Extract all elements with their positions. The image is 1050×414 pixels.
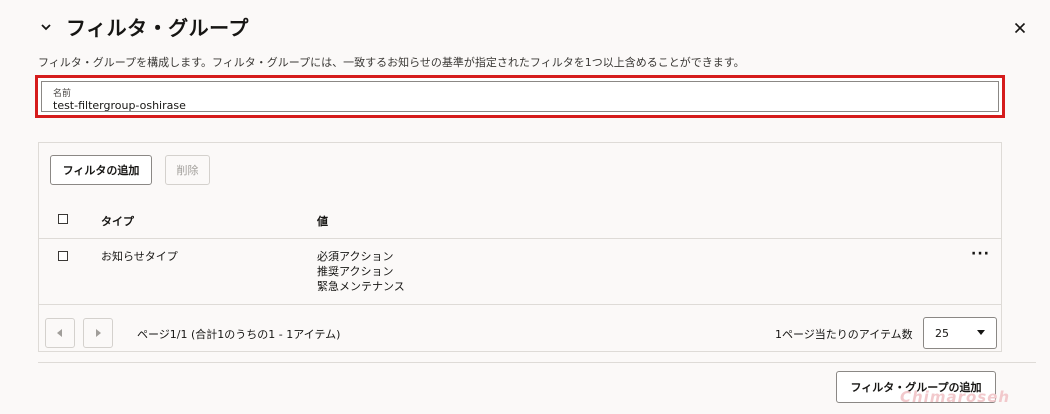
items-per-page-select[interactable]: 25 [923,317,997,349]
items-per-page-value: 25 [935,327,949,340]
triangle-left-icon [57,329,62,337]
collapse-chevron-icon[interactable] [39,20,53,34]
name-input[interactable] [53,99,653,112]
row-actions-menu-icon[interactable]: ··· [971,246,990,262]
value-item: 緊急メンテナンス [317,280,405,293]
name-field-label: 名前 [53,89,72,99]
items-per-page-label: 1ページ当たりのアイテム数 [775,328,913,341]
previous-page-button[interactable] [45,318,75,348]
section-description: フィルタ・グループを構成します。フィルタ・グループには、一致するお知らせの基準が… [38,56,745,69]
row-checkbox[interactable] [58,251,68,261]
value-item: 推奨アクション [317,265,394,278]
triangle-right-icon [96,329,101,337]
row-value-cell: 必須アクション 推奨アクション 緊急メンテナンス [317,249,405,294]
column-header-type: タイプ [101,215,134,228]
footer-divider [38,362,1036,363]
select-all-checkbox[interactable] [58,214,68,224]
section-title: フィルタ・グループ [66,16,249,40]
next-page-button[interactable] [83,318,113,348]
pagination-summary: ページ1/1 (合計1のうちの1 - 1アイテム) [137,328,341,341]
filters-panel: フィルタの追加 削除 タイプ 値 お知らせタイプ 必須アクション 推奨アクション… [38,142,1002,352]
add-filter-button[interactable]: フィルタの追加 [50,155,152,185]
caret-down-icon [977,330,985,335]
name-field[interactable]: 名前 [41,81,999,112]
watermark-logo: Chimaroseh [900,388,1011,406]
name-field-highlight: 名前 [35,75,1005,118]
column-header-value: 値 [317,215,328,228]
delete-button[interactable]: 削除 [165,155,210,185]
value-item: 必須アクション [317,250,394,263]
header-divider [39,238,1001,239]
table-footer-divider [39,304,1001,305]
row-type-cell: お知らせタイプ [101,250,178,263]
close-icon[interactable] [1012,20,1028,36]
